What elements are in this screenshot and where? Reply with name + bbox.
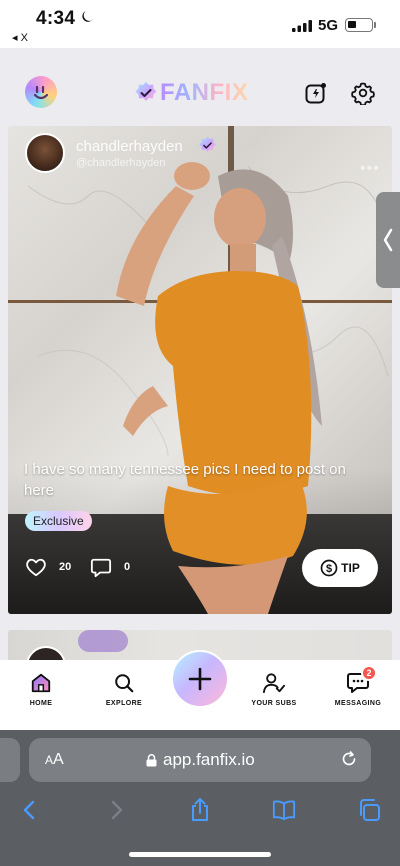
svg-text:$: $ — [326, 563, 332, 575]
battery-icon — [345, 18, 373, 32]
search-icon — [115, 674, 134, 693]
author-name[interactable]: chandlerhayden — [76, 138, 183, 155]
subscriptions-icon — [262, 673, 285, 694]
signal-icon — [292, 20, 312, 32]
create-post-icon[interactable] — [304, 81, 328, 105]
status-bar: 4:34 ◂ X 5G — [0, 0, 400, 48]
battery-tip — [374, 22, 376, 28]
post-caption: I have so many tennessee pics I need to … — [24, 461, 346, 499]
post-photo — [116, 162, 322, 614]
page-settings-button[interactable]: AA — [45, 751, 64, 769]
like-count: 20 — [59, 561, 72, 573]
do-not-disturb-icon — [82, 11, 93, 22]
nav-messaging[interactable]: 2 MESSAGING — [318, 665, 398, 707]
author-avatar[interactable] — [25, 133, 65, 173]
nav-messaging-label: MESSAGING — [334, 700, 382, 707]
tip-label: TIP — [341, 561, 360, 575]
next-author-avatar[interactable] — [26, 646, 66, 660]
home-icon — [31, 673, 51, 693]
url-text[interactable]: app.fanfix.io — [163, 750, 255, 770]
chevron-left-icon — [383, 228, 393, 252]
nav-your-subs-label: YOUR SUBS — [251, 700, 297, 707]
back-to-app-link[interactable]: ◂ X — [12, 31, 28, 44]
nav-explore-label: EXPLORE — [105, 700, 143, 707]
nav-home[interactable]: HOME — [1, 672, 81, 707]
app-header: FANFIX — [0, 48, 400, 126]
messaging-icon-wrap: 2 — [346, 665, 377, 694]
logo-text: FANFIX — [160, 79, 249, 106]
status-time: 4:34 — [36, 8, 76, 29]
exclusive-badge: Exclusive — [25, 511, 92, 531]
dollar-icon: $ — [320, 559, 338, 577]
post-card[interactable]: chandlerhayden @chandlerhayden ••• I hav… — [8, 126, 392, 614]
comment-icon[interactable] — [90, 557, 112, 578]
gear-icon[interactable] — [351, 81, 375, 105]
comment-count: 0 — [124, 561, 131, 573]
lock-icon — [146, 754, 157, 767]
nav-your-subs[interactable]: YOUR SUBS — [234, 672, 314, 707]
tip-button[interactable]: $ TIP — [302, 549, 378, 587]
more-options-icon[interactable]: ••• — [360, 160, 380, 178]
smile-icon — [33, 85, 49, 100]
verified-badge-icon — [199, 136, 216, 152]
network-type: 5G — [318, 17, 339, 34]
author-handle: @chandlerhayden — [76, 157, 166, 169]
next-post-photo — [78, 630, 128, 652]
comment-stat[interactable]: 0 — [90, 555, 130, 579]
plus-icon — [188, 667, 212, 691]
heart-icon[interactable] — [25, 557, 47, 577]
nav-explore[interactable]: EXPLORE — [84, 672, 164, 707]
nav-home-label: HOME — [29, 700, 53, 707]
like-stat[interactable]: 20 — [25, 555, 71, 579]
home-indicator — [129, 852, 271, 857]
previous-tab-peek[interactable] — [0, 738, 20, 782]
tabs-icon[interactable] — [357, 798, 381, 822]
fanfix-logo: FANFIX — [134, 79, 249, 106]
bookmarks-icon[interactable] — [272, 798, 296, 822]
unread-badge: 2 — [361, 665, 377, 681]
verified-star-icon — [135, 82, 157, 101]
create-button[interactable] — [171, 650, 229, 708]
reload-icon[interactable] — [340, 750, 358, 768]
share-icon[interactable] — [188, 798, 212, 822]
profile-smile-button[interactable] — [25, 76, 57, 108]
forward-arrow-icon[interactable] — [104, 798, 128, 822]
side-panel-tab[interactable] — [376, 192, 400, 288]
back-arrow-icon[interactable] — [18, 798, 42, 822]
safari-toolbar: AA app.fanfix.io — [0, 730, 400, 866]
